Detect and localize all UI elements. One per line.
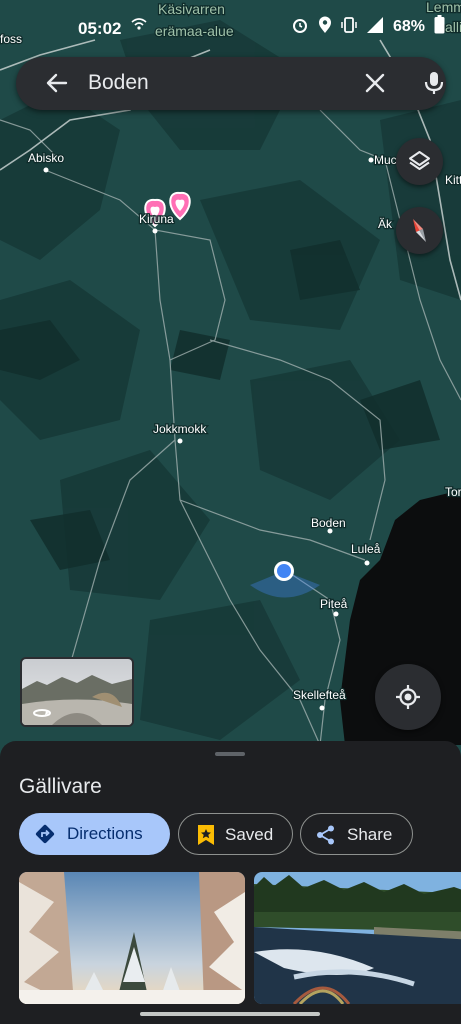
directions-button[interactable]: Directions (19, 813, 170, 855)
my-location-button[interactable] (375, 664, 441, 730)
status-bar: 05:02 68% (0, 0, 461, 56)
my-location-icon (396, 685, 420, 709)
map-label-aka: Äk (378, 217, 393, 231)
compass-button[interactable] (396, 207, 443, 254)
gesture-nav-bar[interactable] (0, 1004, 461, 1024)
current-location-dot (277, 564, 291, 578)
bookmark-star-icon (198, 825, 214, 845)
location-icon (318, 16, 332, 39)
battery-icon (434, 15, 445, 39)
battery-percent: 68% (392, 18, 425, 35)
map-canvas[interactable]: Käsivarren erämaa-alue Lemme salli foss … (0, 0, 461, 745)
place-photo[interactable] (19, 872, 245, 1004)
saved-button[interactable]: Saved (178, 813, 293, 855)
alarm-icon (291, 16, 309, 39)
search-input[interactable]: Boden (88, 71, 149, 95)
share-icon (317, 825, 334, 845)
map-label-lulea: Luleå (351, 542, 381, 556)
saved-label: Saved (225, 825, 274, 844)
status-time: 05:02 (78, 19, 122, 38)
map-label-tor: Tor (445, 485, 461, 499)
map-label-jokkmokk: Jokkmokk (153, 422, 207, 436)
map-label-kitt: Kitt (445, 173, 461, 187)
layers-icon (409, 151, 430, 170)
microphone-icon[interactable] (420, 69, 448, 97)
map-label-boden: Boden (311, 516, 346, 530)
sheet-drag-handle[interactable] (215, 752, 245, 756)
compass-icon (413, 219, 426, 242)
map-label-kiruna: Kiruna (139, 212, 174, 226)
share-button[interactable]: Share (300, 813, 413, 855)
map-label-muc: Muc (374, 153, 397, 167)
share-label: Share (347, 825, 393, 844)
hotspot-icon (131, 16, 147, 36)
map-label-abisko: Abisko (28, 151, 64, 165)
directions-icon (35, 824, 55, 844)
search-bar[interactable]: Boden (16, 57, 446, 110)
vibrate-icon (341, 16, 357, 39)
home-gesture-pill[interactable] (140, 1012, 320, 1016)
place-bottom-sheet[interactable]: Gällivare Directions Saved Share (0, 741, 461, 1024)
directions-label: Directions (67, 824, 143, 843)
street-view-thumbnail[interactable] (20, 657, 134, 727)
back-arrow-icon[interactable] (44, 70, 70, 96)
map-label-pitea: Piteå (320, 597, 348, 611)
place-title: Gällivare (19, 775, 102, 798)
signal-icon (366, 16, 384, 39)
close-icon[interactable] (363, 71, 387, 95)
layers-button[interactable] (396, 138, 443, 185)
place-photo[interactable] (254, 872, 461, 1004)
map-label-skelleftea: Skellefteå (293, 688, 346, 702)
